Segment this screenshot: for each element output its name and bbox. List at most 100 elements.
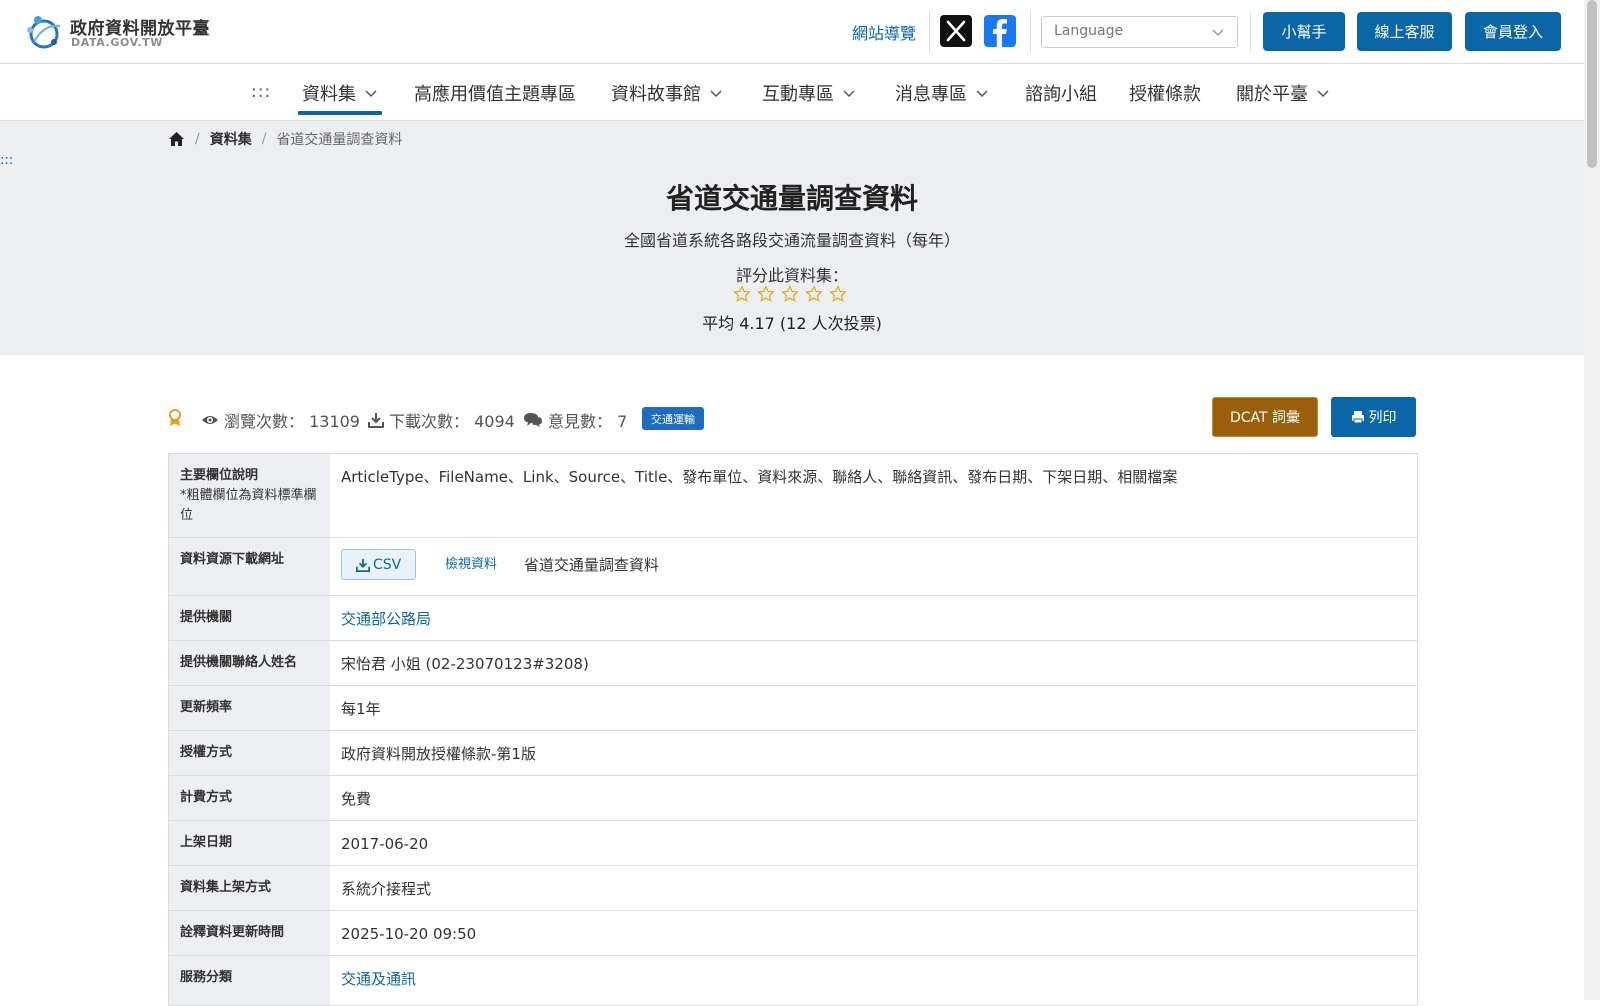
printer-icon <box>1351 411 1364 424</box>
nav-item-news[interactable]: 消息專區 <box>895 80 989 106</box>
row-header-label: 主要欄位說明 <box>180 468 259 483</box>
row-header: 上架日期 <box>169 821 330 865</box>
row-header: 提供機關聯絡人姓名 <box>169 641 330 685</box>
rating-average: 平均 4.17 (12 人次投票) <box>702 314 882 333</box>
row-header: 詮釋資料更新時間 <box>169 911 330 955</box>
fee-value: 免費 <box>341 790 372 808</box>
divider <box>1030 12 1031 52</box>
row-header: 服務分類 <box>169 956 330 1005</box>
downloads-count: 下載次數： 4094 <box>368 408 515 432</box>
table-row: 計費方式 免費 <box>169 776 1417 821</box>
home-icon[interactable] <box>168 131 185 147</box>
breadcrumb-datasets[interactable]: 資料集 <box>210 129 252 149</box>
table-row: 授權方式 政府資料開放授權條款-第1版 <box>169 731 1417 776</box>
table-row: 提供機關聯絡人姓名 宋怡君 小姐 (02-23070123#3208) <box>169 641 1417 686</box>
service-category-link[interactable]: 交通及通訊 <box>341 970 416 988</box>
row-header: 授權方式 <box>169 731 330 775</box>
category-tag[interactable]: 交通運輸 <box>642 407 704 430</box>
service-value: 交通及通訊 <box>330 956 1417 1005</box>
dataset-hero: / 資料集 / 省道交通量調查資料 ::: 省道交通量調查資料 全國省道系統各路… <box>0 121 1584 355</box>
star-outline-icon[interactable] <box>829 285 847 303</box>
downloads-text: 下載次數： 4094 <box>389 412 515 431</box>
table-row: 服務分類 交通及通訊 <box>169 956 1417 1006</box>
login-button[interactable]: 會員登入 <box>1465 12 1561 51</box>
csv-download-button[interactable]: CSV <box>341 549 417 580</box>
table-row: 提供機關 交通部公路局 <box>169 596 1417 641</box>
chevron-down-icon <box>976 90 988 98</box>
help-button[interactable]: 小幫手 <box>1263 12 1345 51</box>
dataset-title: 省道交通量調查資料 <box>665 182 918 215</box>
breadcrumb-separator: / <box>261 131 267 147</box>
rating-label: 評分此資料集： <box>735 266 848 285</box>
table-row: 上架日期 2017-06-20 <box>169 821 1417 866</box>
frequency-value: 每1年 <box>341 700 381 718</box>
contact-value: 宋怡君 小姐 (02-23070123#3208) <box>341 655 589 673</box>
divider <box>929 12 930 52</box>
eye-icon <box>202 416 218 424</box>
comments-icon <box>524 413 542 427</box>
table-row: 資料資源下載網址 CSV 檢視資料 省道交通量調查資料 <box>169 538 1417 596</box>
print-button-label: 列印 <box>1368 410 1397 426</box>
nav-item-interactive[interactable]: 互動專區 <box>762 80 856 106</box>
page-scrollbar[interactable] <box>1584 0 1600 1000</box>
star-outline-icon[interactable] <box>805 285 823 303</box>
meta-updated-value: 2025-10-20 09:50 <box>341 925 477 943</box>
resource-name: 省道交通量調查資料 <box>523 555 659 574</box>
table-row: 資料集上架方式 系統介接程式 <box>169 866 1417 911</box>
site-logo[interactable]: 政府資料開放平臺 DATA.GOV.TW <box>24 12 214 52</box>
medal-icon <box>169 409 181 426</box>
star-outline-icon[interactable] <box>757 285 775 303</box>
download-icon <box>356 558 370 572</box>
download-icon <box>368 413 384 428</box>
nav-item-label: 授權條款 <box>1129 84 1201 105</box>
divider <box>1250 12 1251 52</box>
nav-item-label: 關於平臺 <box>1236 84 1308 105</box>
provider-link[interactable]: 交通部公路局 <box>341 610 431 628</box>
csv-label: CSV <box>373 556 402 573</box>
rating-stars <box>733 285 853 305</box>
row-header: 更新頻率 <box>169 686 330 730</box>
table-row: 詮釋資料更新時間 2025-10-20 09:50 <box>169 911 1417 956</box>
chevron-down-icon <box>365 90 377 98</box>
scrollbar-thumb[interactable] <box>1587 0 1597 168</box>
row-header: 提供機關 <box>169 596 330 640</box>
nav-item-high-value[interactable]: 高應用價值主題專區 <box>414 80 576 106</box>
chevron-down-icon <box>843 90 855 98</box>
nav-accesskey[interactable]: ::: <box>251 82 271 102</box>
language-select[interactable]: Language <box>1041 16 1238 48</box>
row-header-note: *粗體欄位為資料標準欄位 <box>180 488 317 523</box>
nav-item-label: 資料集 <box>302 84 356 105</box>
dataset-info-table: 主要欄位說明 *粗體欄位為資料標準欄位 ArticleType、FileName… <box>168 453 1418 1006</box>
provider-value: 交通部公路局 <box>330 596 1417 640</box>
dcat-vocabulary-button[interactable]: DCAT 詞彙 <box>1212 397 1318 437</box>
logo-globe-icon <box>27 16 61 49</box>
nav-item-advisory[interactable]: 諮詢小組 <box>1025 80 1097 106</box>
star-outline-icon[interactable] <box>781 285 799 303</box>
nav-item-about[interactable]: 關於平臺 <box>1236 80 1330 106</box>
facebook-share-icon[interactable] <box>984 15 1016 47</box>
nav-item-label: 資料故事館 <box>611 84 701 105</box>
method-value: 系統介接程式 <box>341 880 432 898</box>
sitemap-link[interactable]: 網站導覽 <box>852 20 916 44</box>
content-accesskey[interactable]: ::: <box>0 153 13 168</box>
nav-item-label: 高應用價值主題專區 <box>414 84 576 105</box>
nav-active-indicator <box>298 111 382 115</box>
onshelf-value: 2017-06-20 <box>341 835 429 853</box>
online-service-button[interactable]: 線上客服 <box>1357 12 1452 51</box>
nav-item-datasets[interactable]: 資料集 <box>302 80 378 106</box>
resource-cell: CSV 檢視資料 省道交通量調查資料 <box>330 538 1417 595</box>
x-share-icon[interactable] <box>940 15 972 47</box>
star-outline-icon[interactable] <box>733 285 751 303</box>
nav-item-data-stories[interactable]: 資料故事館 <box>611 80 723 106</box>
breadcrumb-separator: / <box>195 131 200 147</box>
fields-value: ArticleType、FileName、Link、Source、Title、發… <box>341 468 1178 486</box>
logo-subtitle: DATA.GOV.TW <box>71 36 163 49</box>
nav-item-license[interactable]: 授權條款 <box>1129 80 1201 106</box>
chevron-down-icon <box>710 90 722 98</box>
row-header: 計費方式 <box>169 776 330 820</box>
comments-count: 意見數： 7 <box>523 408 627 432</box>
row-header: 資料資源下載網址 <box>169 538 330 595</box>
view-data-link[interactable]: 檢視資料 <box>445 554 497 576</box>
breadcrumb: / 資料集 / 省道交通量調查資料 <box>168 129 402 149</box>
print-button[interactable]: 列印 <box>1331 397 1416 437</box>
